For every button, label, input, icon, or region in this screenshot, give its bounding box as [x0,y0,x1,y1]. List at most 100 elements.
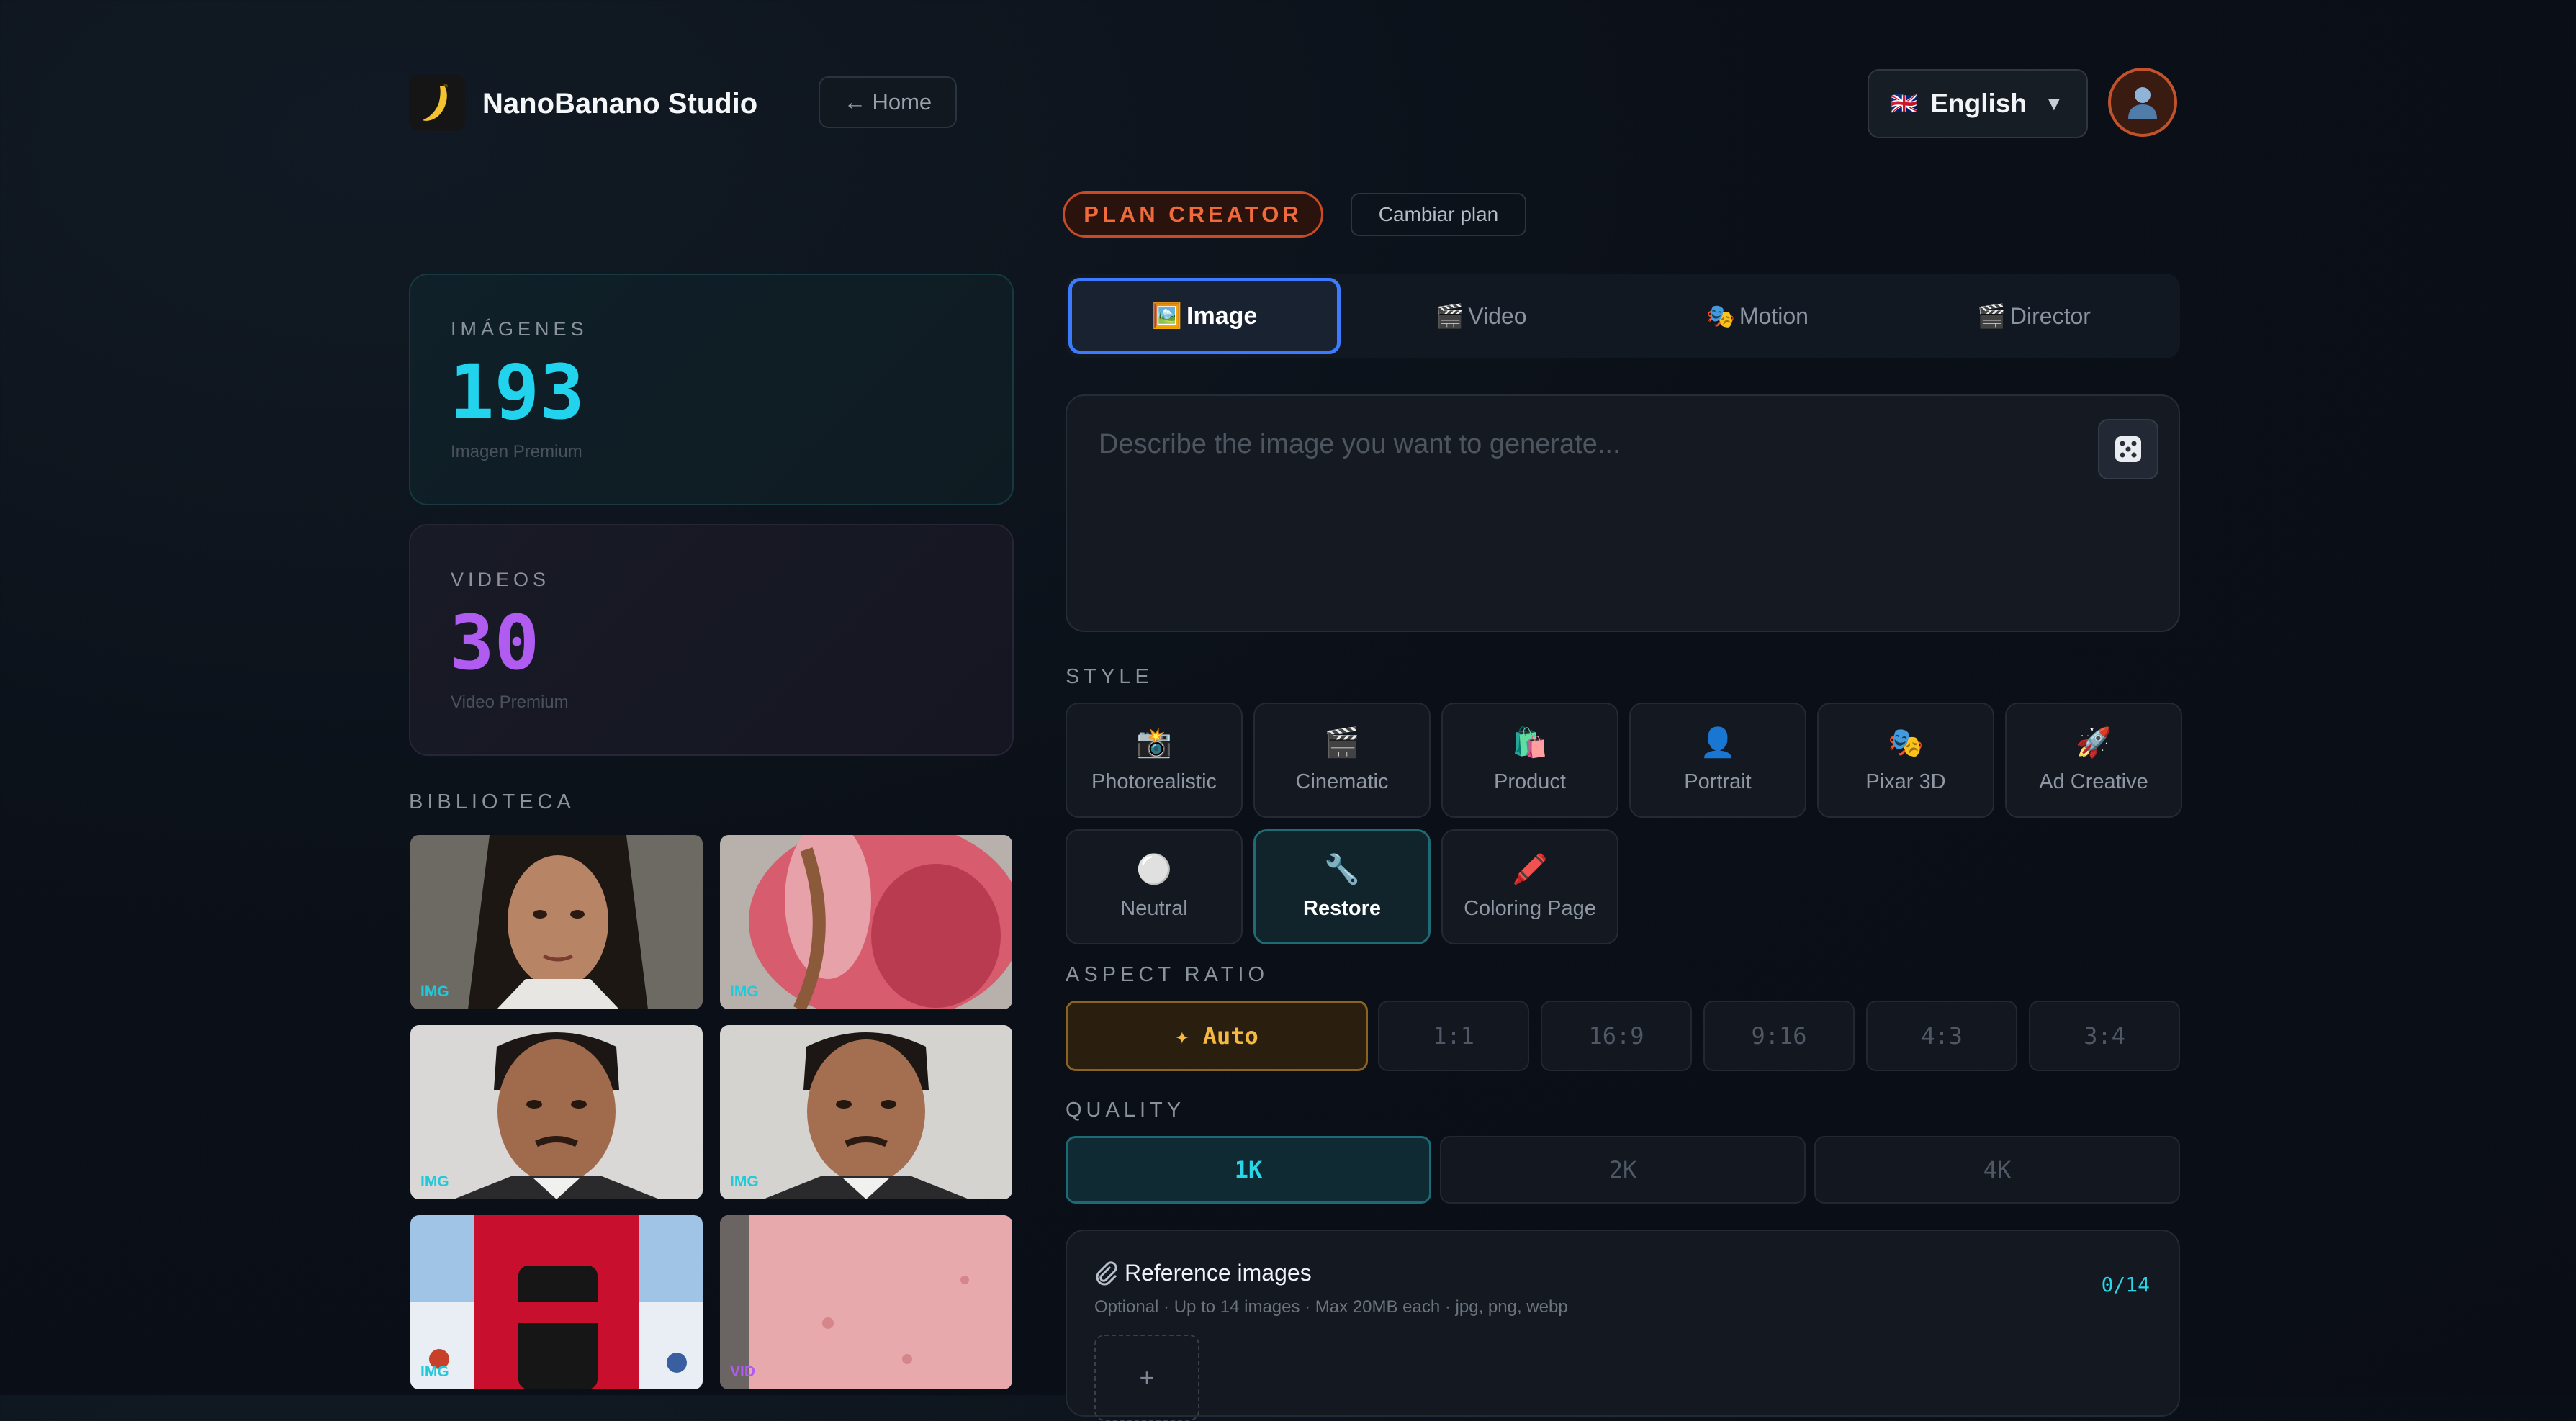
tab-video[interactable]: 🎬 Video [1345,278,1617,354]
portrait-thumbnail [410,835,703,1009]
style-title: STYLE [1066,665,1153,688]
videos-label: VIDEOS [451,569,551,590]
aspect-16-9[interactable]: 16:9 [1541,1001,1692,1071]
library-title: BIBLIOTECA [409,790,575,813]
aspect-4-3[interactable]: 4:3 [1866,1001,2017,1071]
person-icon: 👤 [1700,726,1736,759]
clapperboard-icon: 🎬 [1977,303,2006,329]
theater-masks-icon: 🎭 [1706,303,1735,329]
add-reference-button[interactable]: + [1094,1335,1199,1421]
media-type-badge: IMG [730,1173,759,1190]
images-stat-card: IMÁGENES 193 Imagen Premium [409,274,1014,505]
media-type-badge: IMG [420,983,449,1000]
theater-masks-icon: 🎭 [1888,726,1924,759]
paperclip-icon [1096,1260,1117,1285]
crayon-icon: 🖍️ [1512,853,1548,885]
rocket-icon: 🚀 [2076,726,2112,759]
tab-label: Director [2009,302,2091,329]
user-icon [2128,87,2157,119]
style-pixar-3d[interactable]: 🎭 Pixar 3D [1817,703,1994,818]
style-label: Product [1494,770,1566,793]
change-plan-button[interactable]: Cambiar plan [1351,193,1526,236]
aspect-ratio-title: ASPECT RATIO [1066,963,1269,986]
portrait-thumbnail [410,1025,703,1199]
portrait-thumbnail [720,1025,1012,1199]
aspect-3-4[interactable]: 3:4 [2029,1001,2180,1071]
style-ad-creative[interactable]: 🚀 Ad Creative [2005,703,2182,818]
style-label: Photorealistic [1091,770,1217,793]
library-item[interactable]: VID [720,1215,1012,1389]
tab-image[interactable]: 🖼️ Image [1068,278,1341,354]
video-thumbnail [720,1215,1012,1389]
clapperboard-icon: 🎬 [1435,303,1464,329]
plus-icon: + [1139,1363,1155,1392]
style-cinematic[interactable]: 🎬 Cinematic [1253,703,1431,818]
style-label: Coloring Page [1464,896,1596,920]
shopping-bags-icon: 🛍️ [1512,726,1548,759]
library-item[interactable]: IMG [410,1215,703,1389]
style-label: Portrait [1684,770,1752,793]
reference-count: 0/14 [2101,1273,2150,1296]
image-icon: 🖼️ [1151,302,1183,330]
library-item[interactable]: IMG [720,1025,1012,1199]
language-label: English [1930,89,2027,118]
videos-plan-label: Video Premium [451,693,569,712]
white-circle-icon: ⚪ [1136,853,1172,885]
style-photorealistic[interactable]: 📸 Photorealistic [1066,703,1243,818]
media-type-badge: IMG [420,1173,449,1190]
quality-4k[interactable]: 4K [1814,1136,2180,1204]
ad-thumbnail [410,1215,703,1389]
aspect-1-1[interactable]: 1:1 [1378,1001,1529,1071]
plan-badge: PLAN CREATOR [1063,191,1323,238]
brand-name: NanoBanano Studio [482,88,758,119]
quality-title: QUALITY [1066,1099,1186,1122]
style-label: Restore [1303,896,1381,920]
clapperboard-icon: 🎬 [1324,726,1360,759]
home-button[interactable]: ← Home [819,76,957,128]
reference-images-panel: Reference images Optional · Up to 14 ima… [1066,1230,2180,1421]
tab-motion[interactable]: 🎭 Motion [1621,278,1893,354]
uk-flag-icon: 🇬🇧 [1891,91,1918,116]
reference-title: Reference images [1125,1260,1312,1286]
style-label: Pixar 3D [1865,770,1946,793]
random-prompt-button[interactable] [2098,419,2158,479]
library-item[interactable]: IMG [410,1025,703,1199]
quality-2k[interactable]: 2K [1440,1136,1806,1204]
style-label: Neutral [1120,896,1188,920]
mode-tabs: 🖼️ Image 🎬 Video 🎭 Motion 🎬 Director [1066,274,2180,358]
quality-1k[interactable]: 1K [1066,1136,1431,1204]
tab-label: Video [1468,302,1527,329]
library-item[interactable]: IMG [410,835,703,1009]
tab-director[interactable]: 🎬 Director [1898,278,2170,354]
food-thumbnail [720,835,1012,1009]
media-type-badge: IMG [420,1363,449,1380]
library-item[interactable]: IMG [720,835,1012,1009]
images-count: 193 [449,348,585,436]
language-selector[interactable]: 🇬🇧 English ▼ [1868,69,2088,138]
style-label: Cinematic [1295,770,1389,793]
style-portrait[interactable]: 👤 Portrait [1629,703,1806,818]
style-product[interactable]: 🛍️ Product [1441,703,1618,818]
tab-label: Motion [1739,302,1809,329]
prompt-input[interactable]: Describe the image you want to generate.… [1066,394,2180,632]
style-label: Ad Creative [2039,770,2148,793]
camera-flash-icon: 📸 [1136,726,1172,759]
videos-count: 30 [449,599,540,687]
reference-subtitle: Optional · Up to 14 images · Max 20MB ea… [1094,1297,1568,1317]
aspect-9-16[interactable]: 9:16 [1703,1001,1855,1071]
images-label: IMÁGENES [451,318,588,340]
wrench-icon: 🔧 [1324,853,1360,885]
banana-icon [423,84,448,121]
style-coloring-page[interactable]: 🖍️ Coloring Page [1441,829,1618,944]
images-plan-label: Imagen Premium [451,442,582,461]
media-type-badge: IMG [730,983,759,1000]
dice-icon [2115,436,2141,462]
videos-stat-card: VIDEOS 30 Video Premium [409,524,1014,756]
user-avatar[interactable] [2108,68,2177,137]
style-neutral[interactable]: ⚪ Neutral [1066,829,1243,944]
prompt-placeholder: Describe the image you want to generate.… [1099,429,1621,459]
style-restore[interactable]: 🔧 Restore [1253,829,1431,944]
app-logo[interactable] [409,75,465,131]
aspect-auto[interactable]: ✦ Auto [1066,1001,1368,1071]
media-type-badge: VID [730,1363,756,1380]
